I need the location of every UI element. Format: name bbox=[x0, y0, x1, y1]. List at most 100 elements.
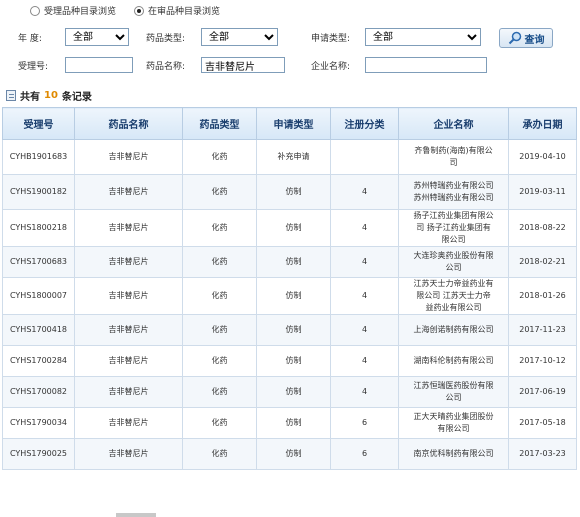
cell-drug-type: 化药 bbox=[182, 407, 257, 439]
cell-accept-no: CYHS1700418 bbox=[2, 314, 75, 346]
cell-drug-name: 吉非替尼片 bbox=[74, 174, 183, 210]
table-row[interactable]: CYHS1790034 吉非替尼片 化药 仿制 6 正大天晴药业集团股份有限公司… bbox=[2, 407, 577, 439]
cell-date: 2017-11-23 bbox=[508, 314, 577, 346]
cell-reg-class: 4 bbox=[330, 209, 399, 247]
cell-reg-class bbox=[330, 139, 399, 175]
cell-company: 湖南科伦制药有限公司 bbox=[398, 345, 509, 377]
cell-company: 正大天晴药业集团股份有限公司 bbox=[398, 407, 509, 439]
cell-company: 江苏天士力帝益药业有限公司 江苏天士力帝益药业有限公司 bbox=[398, 277, 509, 315]
table-row[interactable]: CYHS1700082 吉非替尼片 化药 仿制 4 江苏恒瑞医药股份有限公司 2… bbox=[2, 376, 577, 408]
col-date[interactable]: 承办日期 bbox=[508, 107, 577, 140]
radio-label: 在审品种目录浏览 bbox=[148, 7, 221, 17]
cell-company: 齐鲁制药(海南)有限公司 bbox=[398, 139, 509, 175]
cell-date: 2017-06-19 bbox=[508, 376, 577, 408]
cell-apply-type: 仿制 bbox=[256, 438, 331, 470]
cell-drug-type: 化药 bbox=[182, 246, 257, 278]
table-row[interactable]: CYHS1800007 吉非替尼片 化药 仿制 4 江苏天士力帝益药业有限公司 … bbox=[2, 277, 577, 315]
record-count: 10 bbox=[44, 90, 58, 101]
cell-company: 大连珍奥药业股份有限公司 bbox=[398, 246, 509, 278]
query-button-label: 查询 bbox=[524, 34, 545, 46]
cell-company: 南京优科制药有限公司 bbox=[398, 438, 509, 470]
cell-apply-type: 仿制 bbox=[256, 407, 331, 439]
cell-company: 上海创诺制药有限公司 bbox=[398, 314, 509, 346]
cell-apply-type: 仿制 bbox=[256, 246, 331, 278]
radio-dot[interactable] bbox=[30, 5, 40, 16]
cell-date: 2018-08-22 bbox=[508, 209, 577, 247]
company-name-input[interactable] bbox=[365, 57, 487, 73]
col-drug-type[interactable]: 药品类型 bbox=[182, 107, 257, 140]
radio-accept-catalog[interactable]: 受理品种目录浏览 bbox=[30, 4, 116, 17]
cell-drug-type: 化药 bbox=[182, 277, 257, 315]
cell-accept-no: CYHS1800007 bbox=[2, 277, 75, 315]
cell-drug-type: 化药 bbox=[182, 174, 257, 210]
year-select[interactable]: 全部 bbox=[65, 28, 129, 46]
cell-accept-no: CYHS1700683 bbox=[2, 246, 75, 278]
apply-type-select[interactable]: 全部 bbox=[365, 28, 481, 46]
radio-dot[interactable] bbox=[134, 5, 145, 16]
cell-drug-name: 吉非替尼片 bbox=[74, 407, 183, 439]
drug-type-select[interactable]: 全部 bbox=[201, 28, 278, 46]
drug-type-label: 药品类型: bbox=[146, 34, 186, 44]
table-row[interactable]: CYHS1700683 吉非替尼片 化药 仿制 4 大连珍奥药业股份有限公司 2… bbox=[2, 246, 577, 278]
accept-no-input[interactable] bbox=[65, 57, 133, 73]
cell-apply-type: 仿制 bbox=[256, 376, 331, 408]
cell-accept-no: CYHS1800218 bbox=[2, 209, 75, 247]
col-drug-name[interactable]: 药品名称 bbox=[74, 107, 183, 140]
cell-date: 2017-05-18 bbox=[508, 407, 577, 439]
summary-prefix: 共有 bbox=[20, 92, 40, 103]
cell-apply-type: 仿制 bbox=[256, 314, 331, 346]
col-accept-no[interactable]: 受理号 bbox=[2, 107, 75, 140]
filter-row-1: 年 度: 全部 药品类型: 全部 申请类型: 全部 查询 bbox=[0, 26, 580, 48]
cell-accept-no: CYHS1900182 bbox=[2, 174, 75, 210]
cell-reg-class: 4 bbox=[330, 376, 399, 408]
cell-date: 2019-04-10 bbox=[508, 139, 577, 175]
cell-apply-type: 仿制 bbox=[256, 209, 331, 247]
browse-mode-radios: 受理品种目录浏览 在审品种目录浏览 bbox=[30, 4, 220, 17]
cell-drug-name: 吉非替尼片 bbox=[74, 209, 183, 247]
cell-apply-type: 仿制 bbox=[256, 174, 331, 210]
drug-name-input[interactable] bbox=[201, 57, 285, 73]
cell-reg-class: 4 bbox=[330, 314, 399, 346]
cell-reg-class: 4 bbox=[330, 345, 399, 377]
cell-date: 2017-03-23 bbox=[508, 438, 577, 470]
cell-reg-class: 6 bbox=[330, 438, 399, 470]
radio-review-catalog[interactable]: 在审品种目录浏览 bbox=[134, 4, 220, 17]
table-row[interactable]: CYHS1790025 吉非替尼片 化药 仿制 6 南京优科制药有限公司 201… bbox=[2, 438, 577, 470]
results-table: 受理号 药品名称 药品类型 申请类型 注册分类 企业名称 承办日期 CYHB19… bbox=[2, 107, 577, 470]
query-button[interactable]: 查询 bbox=[499, 28, 553, 48]
apply-type-label: 申请类型: bbox=[311, 34, 351, 44]
cell-drug-name: 吉非替尼片 bbox=[74, 314, 183, 346]
col-apply-type[interactable]: 申请类型 bbox=[256, 107, 331, 140]
radio-label: 受理品种目录浏览 bbox=[44, 7, 117, 17]
cell-drug-type: 化药 bbox=[182, 209, 257, 247]
cell-date: 2018-01-26 bbox=[508, 277, 577, 315]
table-row[interactable]: CYHS1700418 吉非替尼片 化药 仿制 4 上海创诺制药有限公司 201… bbox=[2, 314, 577, 346]
cell-drug-name: 吉非替尼片 bbox=[74, 139, 183, 175]
table-row[interactable]: CYHS1700284 吉非替尼片 化药 仿制 4 湖南科伦制药有限公司 201… bbox=[2, 345, 577, 377]
cell-apply-type: 仿制 bbox=[256, 277, 331, 315]
cell-drug-type: 化药 bbox=[182, 139, 257, 175]
cell-apply-type: 仿制 bbox=[256, 345, 331, 377]
cell-date: 2017-10-12 bbox=[508, 345, 577, 377]
filter-row-2: 受理号: 药品名称: 企业名称: bbox=[0, 54, 580, 76]
cell-drug-name: 吉非替尼片 bbox=[74, 438, 183, 470]
table-row[interactable]: CYHS1800218 吉非替尼片 化药 仿制 4 扬子江药业集团有限公司 扬子… bbox=[2, 209, 577, 247]
col-company[interactable]: 企业名称 bbox=[398, 107, 509, 140]
cell-reg-class: 4 bbox=[330, 246, 399, 278]
cell-reg-class: 4 bbox=[330, 174, 399, 210]
cell-reg-class: 4 bbox=[330, 277, 399, 315]
record-summary: 共有 10 条记录 bbox=[6, 88, 92, 103]
summary-suffix: 条记录 bbox=[61, 92, 92, 103]
cell-drug-type: 化药 bbox=[182, 314, 257, 346]
cell-company: 江苏恒瑞医药股份有限公司 bbox=[398, 376, 509, 408]
table-row[interactable]: CYHB1901683 吉非替尼片 化药 补充申请 齐鲁制药(海南)有限公司 2… bbox=[2, 139, 577, 175]
company-name-label: 企业名称: bbox=[311, 62, 351, 72]
table-row[interactable]: CYHS1900182 吉非替尼片 化药 仿制 4 苏州特瑞药业有限公司 苏州特… bbox=[2, 174, 577, 210]
cell-date: 2019-03-11 bbox=[508, 174, 577, 210]
horizontal-scrollbar[interactable] bbox=[116, 513, 156, 517]
cell-accept-no: CYHS1790034 bbox=[2, 407, 75, 439]
cell-accept-no: CYHS1700284 bbox=[2, 345, 75, 377]
cell-accept-no: CYHB1901683 bbox=[2, 139, 75, 175]
col-reg-class[interactable]: 注册分类 bbox=[330, 107, 399, 140]
cell-company: 苏州特瑞药业有限公司 苏州特瑞药业有限公司 bbox=[398, 174, 509, 210]
